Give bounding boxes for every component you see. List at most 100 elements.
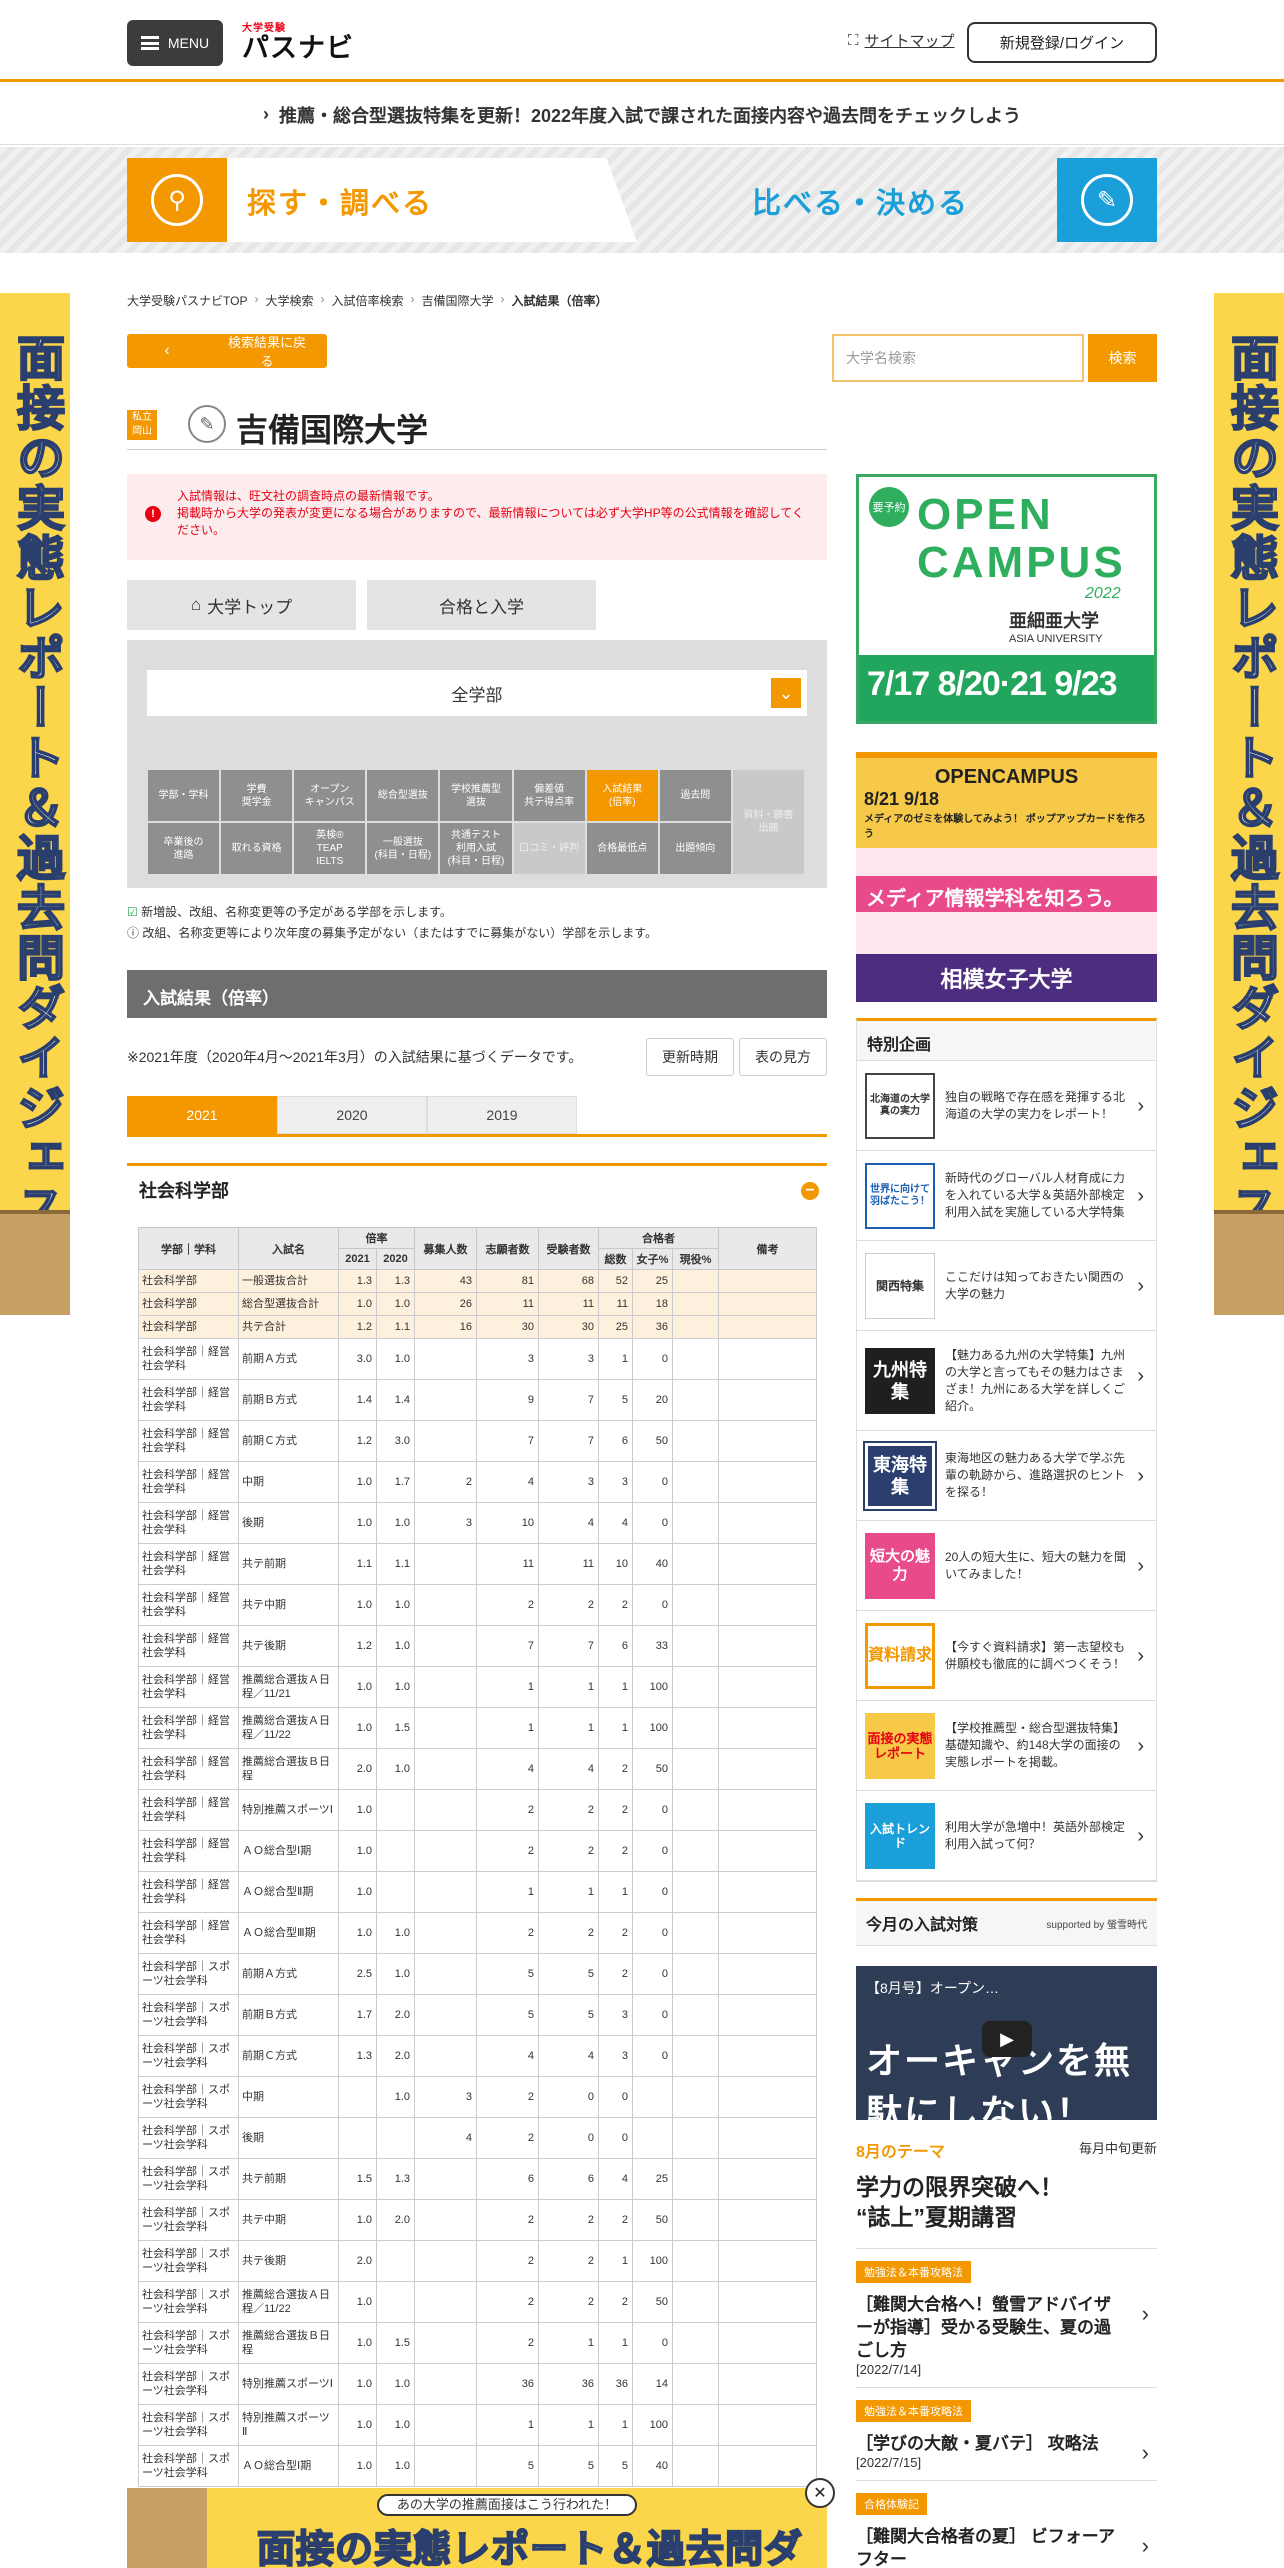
col-exam: 入試名: [238, 1227, 339, 1270]
ad-dates: 8/21 9/18: [864, 789, 940, 809]
table-cell: 1.0: [376, 1338, 415, 1380]
menu-general[interactable]: 一般選抜 (科目・日程): [367, 823, 439, 874]
back-to-results-button[interactable]: ‹ 検索結果に戻る: [127, 334, 327, 369]
door-illustration: [1214, 1210, 1284, 1315]
table-cell: 社会科学部｜経営社会学科: [138, 1543, 239, 1585]
menu-comprehensive[interactable]: 総合型選抜: [367, 770, 439, 821]
ad-sagami-womens[interactable]: OPENCAMPUS 8/21 9/18 メディアのゼミを体験してみよう！ ポップア…: [856, 752, 1157, 1002]
table-cell: 2: [598, 1748, 633, 1790]
table-cell: [376, 1871, 415, 1913]
faculty-section-header[interactable]: 社会科学部 −: [127, 1163, 827, 1213]
faculty-select[interactable]: 全学部 ⌄: [147, 670, 807, 716]
bottom-banner[interactable]: あの大学の推薦面接はこう行われた！ 面接の実態レポート＆過去問ダイジェスト: [127, 2488, 827, 2568]
tab-year-2021[interactable]: 2021: [127, 1096, 277, 1134]
table-cell: [414, 1789, 477, 1831]
article-item[interactable]: 合格体験記［難関大合格者の夏］ ビフォーアフター[2022/7/20]›: [856, 2481, 1157, 2568]
table-cell: 社会科学部｜スポーツ社会学科: [138, 2117, 239, 2159]
table-cell: [376, 1830, 415, 1872]
feature-item[interactable]: 入試トレンド 利用大学が急増中！英語外部検定利用入試って何？ ›: [857, 1791, 1156, 1881]
play-icon[interactable]: ▶: [982, 2021, 1032, 2057]
menu-button[interactable]: MENU: [127, 20, 223, 66]
table-cell: [414, 1666, 477, 1708]
feature-item[interactable]: 九州特集 【魅力ある九州の大学特集】九州の大学と言ってもその魅力はさまざま！九州に…: [857, 1331, 1156, 1431]
table-cell: 50: [632, 1420, 673, 1462]
table-row: 社会科学部｜経営社会学科 前期Ｂ方式 1.4 1.4 9 7 5 20: [138, 1379, 818, 1421]
menu-open-campus[interactable]: オープン キャンパス: [294, 770, 366, 821]
home-icon: ⌂: [190, 595, 202, 614]
menu-min-score[interactable]: 合格最低点: [586, 823, 658, 874]
table-cell: [414, 2199, 477, 2241]
menu-eiken[interactable]: 英検® TEAP IELTS: [294, 823, 366, 874]
menu-trends[interactable]: 出題傾向: [659, 823, 731, 874]
menu-career[interactable]: 卒業後の 進路: [148, 823, 220, 874]
table-row: 社会科学部｜経営社会学科 ＡＯ総合型Ⅱ期 1.0 1 1 1 0: [138, 1871, 818, 1913]
tab-compare[interactable]: 比べる・決める ✎: [680, 158, 1157, 242]
update-timing-button[interactable]: 更新時期: [646, 1038, 734, 1076]
table-cell: [671, 2322, 720, 2364]
table-cell: [671, 1789, 720, 1831]
table-cell: 100: [632, 2240, 673, 2282]
feature-item[interactable]: 面接の実態レポート 【学校推薦型・総合型選抜特集】基礎知識や、約148大学の面接の…: [857, 1701, 1156, 1791]
tab-university-top[interactable]: ⌂ 大学トップ: [127, 580, 356, 630]
table-cell: [414, 2363, 477, 2405]
table-cell: 11: [476, 1292, 539, 1316]
tab-search[interactable]: ⚲ 探す・調べる: [127, 158, 637, 242]
menu-school-recommend[interactable]: 学校推薦型 選抜: [440, 770, 512, 821]
table-cell: 1.0: [338, 1502, 377, 1544]
table-cell: 1.0: [376, 1584, 415, 1626]
video-player[interactable]: 【8月号】オープン… オーキャンを無駄にしない！ ▶: [856, 1966, 1157, 2120]
table-row: 社会科学部 総合型選抜合計 1.0 1.0 26 11 11 11 18: [138, 1292, 818, 1316]
menu-reviews[interactable]: 口コミ・評判: [513, 823, 585, 874]
table-cell: 0: [632, 1994, 673, 2036]
menu-results[interactable]: 入試結果 (倍率): [586, 770, 658, 821]
close-icon[interactable]: ✕: [805, 2478, 835, 2508]
menu-materials[interactable]: 資料・願書 出願: [732, 770, 804, 874]
table-cell: 5: [598, 2445, 633, 2487]
table-cell: 2.0: [376, 2199, 415, 2241]
chevron-right-icon: ›: [1141, 2301, 1149, 2326]
special-features: 特別企画 北海道の大学 真の実力 独自の戦略で存在感を発揮する北海道の大学の実力を…: [856, 1018, 1157, 1882]
legend-text: 改組、名称変更等により次年度の募集予定がない（またはすでに募集がない）学部を示し…: [142, 926, 658, 940]
feature-item[interactable]: 東海特集 東海地区の魅力ある大学で学ぶ先輩の軌跡から、進路選択のヒントを探る！ ›: [857, 1431, 1156, 1521]
menu-qualifications[interactable]: 取れる資格: [221, 823, 293, 874]
search-button[interactable]: 検索: [1088, 334, 1157, 382]
side-banner-right[interactable]: 面接の実態レポート＆過去問ダイジェスト: [1214, 293, 1284, 1315]
site-logo[interactable]: 大学受験 パスナビ: [242, 19, 356, 63]
table-cell: [414, 1830, 477, 1872]
feature-item[interactable]: 関西特集 ここだけは知っておきたい関西の大学の魅力 ›: [857, 1241, 1156, 1331]
table-guide-button[interactable]: 表の見方: [739, 1038, 827, 1076]
sitemap-label: サイトマップ: [864, 33, 955, 50]
university-search-input[interactable]: 大学名検索: [832, 334, 1084, 382]
menu-common-test[interactable]: 共通テスト 利用入試 (科目・日程): [440, 823, 512, 874]
chevron-right-icon: ›: [1137, 1365, 1144, 1387]
bookmark-clip-icon[interactable]: ✎: [188, 405, 226, 443]
table-cell: 100: [632, 1666, 673, 1708]
table-row: 社会科学部｜スポーツ社会学科 ＡＯ総合型Ⅰ期 1.0 1.0 5 5 5 40: [138, 2445, 818, 2487]
feature-item[interactable]: 短大の魅力 20人の短大生に、短大の魅力を聞いてみました！ ›: [857, 1521, 1156, 1611]
collapse-icon[interactable]: −: [801, 1182, 819, 1200]
breadcrumb-item[interactable]: 大学検索: [265, 292, 313, 309]
menu-dept[interactable]: 学部・学科: [148, 770, 220, 821]
tab-admission[interactable]: 合格と入学: [367, 580, 596, 630]
table-cell: 1.0: [338, 1871, 377, 1913]
menu-deviation[interactable]: 偏差値 共テ得点率: [513, 770, 585, 821]
ad-asia-university[interactable]: 要予約 OPEN CAMPUS 2022 亜細亜大学 ASIA UNIVERSI…: [856, 474, 1157, 724]
login-button[interactable]: 新規登録/ログイン: [967, 22, 1157, 63]
feature-item[interactable]: 資料請求 【今すぐ資料請求】第一志望校も併願校も徹底的に調べつくそう！ ›: [857, 1611, 1156, 1701]
side-banner-left[interactable]: 面接の実態レポート＆過去問ダイジェスト: [0, 293, 70, 1315]
breadcrumb-item[interactable]: 大学受験パスナビTOP: [127, 292, 247, 309]
menu-tuition[interactable]: 学費 奨学金: [221, 770, 293, 821]
breadcrumb-item[interactable]: 入試倍率検索: [331, 292, 403, 309]
menu-past-exams[interactable]: 過去問: [659, 770, 731, 821]
tab-year-2019[interactable]: 2019: [427, 1096, 577, 1134]
tab-year-2020[interactable]: 2020: [277, 1096, 427, 1134]
breadcrumb-item[interactable]: 吉備国際大学: [421, 292, 493, 309]
table-cell: 共テ中期: [238, 2199, 339, 2241]
feature-item[interactable]: 世界に向けて 羽ばたこう！ 新時代のグローバル人材育成に力を入れている大学＆英語外…: [857, 1151, 1156, 1241]
feature-item[interactable]: 北海道の大学 真の実力 独自の戦略で存在感を発揮する北海道の大学の実力をレポート！…: [857, 1061, 1156, 1151]
article-item[interactable]: 勉強法＆本番攻略法 ［難関大合格へ！螢雪アドバイザーが指導］受かる受験生、夏の過ご…: [856, 2249, 1157, 2388]
article-item[interactable]: 勉強法＆本番攻略法 ［学びの大敵・夏バテ］ 攻略法 [2022/7/15] ›: [856, 2388, 1157, 2481]
sitemap-link[interactable]: ⛶ サイトマップ: [848, 30, 955, 51]
menu-label: MENU: [167, 35, 210, 51]
notice-bar[interactable]: › 推薦・総合型選抜特集を更新！2022年度入試で課された面接内容や過去問をチェッ…: [0, 85, 1284, 145]
